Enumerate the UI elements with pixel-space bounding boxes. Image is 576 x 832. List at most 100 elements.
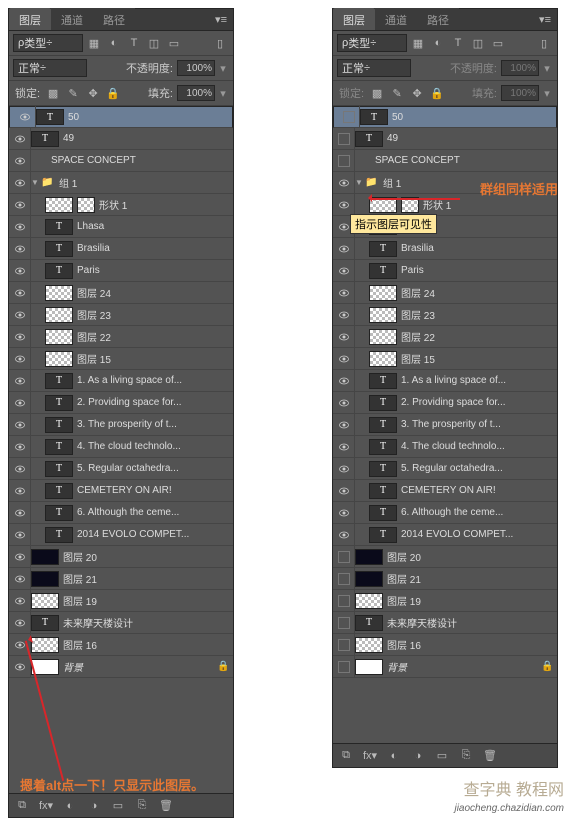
visibility-toggle[interactable] <box>9 524 31 546</box>
layer-row[interactable]: ISPACE CONCEPT <box>333 150 557 172</box>
layer-name[interactable]: 2. Providing space for... <box>401 397 557 408</box>
visibility-checkbox[interactable] <box>333 348 355 370</box>
layer-name[interactable]: Lhasa <box>77 221 233 232</box>
layer-name[interactable]: CEMETERY ON AIR! <box>77 485 233 496</box>
layer-name[interactable]: 2014 EVOLO COMPET... <box>401 529 557 540</box>
layer-name[interactable]: 3. The prosperity of t... <box>77 419 233 430</box>
layer-row[interactable]: 图层 23 <box>9 304 233 326</box>
layer-name[interactable]: Brasilia <box>401 243 557 254</box>
visibility-checkbox[interactable] <box>333 260 355 282</box>
layer-name[interactable]: 图层 24 <box>77 285 233 300</box>
visibility-checkbox[interactable] <box>333 150 355 172</box>
new-layer-icon[interactable]: ⎘ <box>133 799 151 812</box>
visibility-toggle[interactable] <box>9 238 31 260</box>
filter-adjust-icon[interactable]: ◐ <box>429 34 447 52</box>
visibility-checkbox[interactable] <box>333 282 355 304</box>
layer-row[interactable]: T6. Although the ceme... <box>9 502 233 524</box>
layer-name[interactable]: 形状 1 <box>99 197 233 212</box>
layer-name[interactable]: 4. The cloud technolo... <box>77 441 233 452</box>
adjustment-icon[interactable]: ◑ <box>85 800 103 812</box>
visibility-checkbox[interactable] <box>333 568 355 590</box>
layer-name[interactable]: Paris <box>77 265 233 276</box>
layer-name[interactable]: 图层 15 <box>77 351 233 366</box>
visibility-toggle[interactable] <box>9 458 31 480</box>
layer-name[interactable]: 4. The cloud technolo... <box>401 441 557 452</box>
visibility-checkbox[interactable] <box>338 106 360 128</box>
layer-name[interactable]: 图层 21 <box>387 571 557 586</box>
tab-paths[interactable]: 路径 <box>93 8 135 30</box>
filter-kind-select[interactable]: ρ 类型 ÷ <box>13 34 83 52</box>
panel-menu-icon[interactable]: ▾≡ <box>209 9 233 30</box>
tab-layers[interactable]: 图层 <box>9 8 51 30</box>
filter-adjust-icon[interactable]: ◐ <box>105 34 123 52</box>
layer-name[interactable]: 图层 19 <box>63 593 233 608</box>
layer-row[interactable]: TParis <box>333 260 557 282</box>
layer-name[interactable]: 3. The prosperity of t... <box>401 419 557 430</box>
visibility-toggle[interactable] <box>9 568 31 590</box>
visibility-checkbox[interactable] <box>333 172 355 194</box>
layer-name[interactable]: 1. As a living space of... <box>77 375 233 386</box>
opacity-dropdown-icon[interactable]: ▾ <box>217 62 229 75</box>
layer-row[interactable]: T50 <box>9 106 233 128</box>
tab-layers[interactable]: 图层 <box>333 8 375 30</box>
layer-name[interactable]: 2014 EVOLO COMPET... <box>77 529 233 540</box>
layer-row[interactable]: T2. Providing space for... <box>9 392 233 414</box>
layer-name[interactable]: 5. Regular octahedra... <box>77 463 233 474</box>
visibility-toggle[interactable] <box>9 128 31 150</box>
layer-row[interactable]: 图层 24 <box>9 282 233 304</box>
layer-row[interactable]: T5. Regular octahedra... <box>9 458 233 480</box>
mask-icon[interactable]: ◐ <box>61 800 79 812</box>
layer-row[interactable]: TLhasa <box>9 216 233 238</box>
layer-name[interactable]: 1. As a living space of... <box>401 375 557 386</box>
visibility-toggle[interactable] <box>9 260 31 282</box>
layer-row[interactable]: 图层 22 <box>333 326 557 348</box>
visibility-toggle[interactable] <box>9 436 31 458</box>
layer-row[interactable]: TParis <box>9 260 233 282</box>
filter-pixel-icon[interactable]: ▦ <box>85 34 103 52</box>
layer-row[interactable]: T49 <box>333 128 557 150</box>
layer-name[interactable]: SPACE CONCEPT <box>375 155 557 166</box>
layer-row[interactable]: TBrasilia <box>9 238 233 260</box>
visibility-toggle[interactable] <box>9 282 31 304</box>
layer-row[interactable]: 图层 24 <box>333 282 557 304</box>
layer-name[interactable]: 图层 21 <box>63 571 233 586</box>
visibility-toggle[interactable] <box>9 194 31 216</box>
layer-row[interactable]: 背景🔒 <box>9 656 233 678</box>
visibility-toggle[interactable] <box>9 326 31 348</box>
visibility-toggle[interactable] <box>9 414 31 436</box>
layer-row[interactable]: T5. Regular octahedra... <box>333 458 557 480</box>
fill-dropdown-icon[interactable]: ▾ <box>217 87 229 100</box>
filter-toggle[interactable]: ▯ <box>211 34 229 52</box>
visibility-toggle[interactable] <box>9 546 31 568</box>
layer-row[interactable]: 形状 1 <box>9 194 233 216</box>
layer-row[interactable]: 图层 20 <box>9 546 233 568</box>
filter-type-icon[interactable]: T <box>449 34 467 52</box>
layer-name[interactable]: 背景 <box>387 659 541 674</box>
layer-name[interactable]: Paris <box>401 265 557 276</box>
visibility-checkbox[interactable] <box>333 634 355 656</box>
layer-name[interactable]: 49 <box>387 133 557 144</box>
layer-row[interactable]: T1. As a living space of... <box>333 370 557 392</box>
visibility-toggle[interactable] <box>9 590 31 612</box>
layer-name[interactable]: 6. Although the ceme... <box>401 507 557 518</box>
filter-smart-icon[interactable]: ▭ <box>165 34 183 52</box>
layer-row[interactable]: 图层 22 <box>9 326 233 348</box>
layer-row[interactable]: 图层 16 <box>333 634 557 656</box>
delete-icon[interactable]: 🗑 <box>481 749 499 762</box>
adjustment-icon[interactable]: ◑ <box>409 750 427 762</box>
layer-name[interactable]: 图层 23 <box>77 307 233 322</box>
layer-name[interactable]: 图层 20 <box>387 549 557 564</box>
layer-row[interactable]: T6. Although the ceme... <box>333 502 557 524</box>
layer-row[interactable]: T50 <box>333 106 557 128</box>
visibility-checkbox[interactable] <box>333 326 355 348</box>
group-icon[interactable]: ▭ <box>109 799 127 812</box>
layer-name[interactable]: 2. Providing space for... <box>77 397 233 408</box>
disclosure-triangle[interactable]: ▼ <box>355 178 365 187</box>
opacity-dropdown-icon[interactable]: ▾ <box>541 62 553 75</box>
visibility-checkbox[interactable] <box>333 480 355 502</box>
link-icon[interactable]: ⧉ <box>337 749 355 762</box>
visibility-toggle[interactable] <box>9 656 31 678</box>
layer-name[interactable]: 5. Regular octahedra... <box>401 463 557 474</box>
opacity-value[interactable]: 100% <box>501 60 539 76</box>
visibility-checkbox[interactable] <box>333 612 355 634</box>
